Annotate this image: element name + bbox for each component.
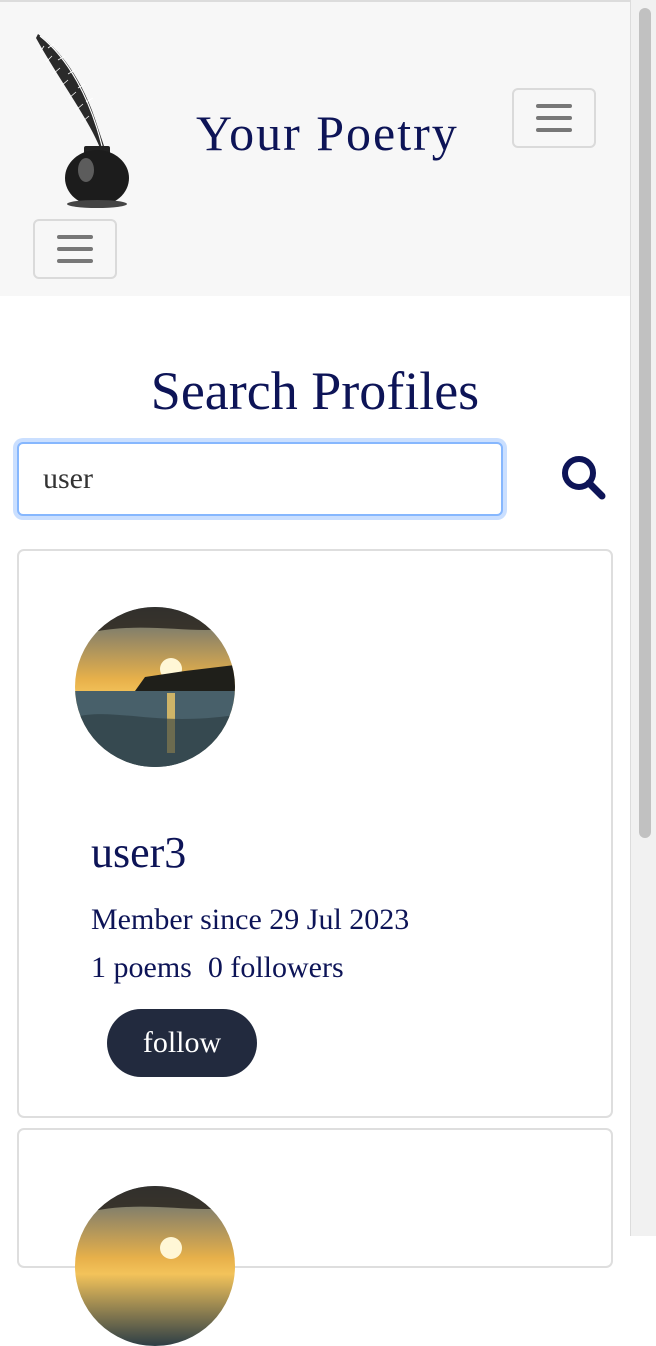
member-since: Member since 29 Jul 2023 — [91, 903, 410, 936]
profile-username[interactable]: user3 — [91, 827, 186, 878]
site-title[interactable]: Your Poetry — [196, 104, 459, 162]
menu-toggle-button[interactable] — [512, 88, 596, 148]
profile-stats: 1 poems 0 followers — [91, 951, 344, 985]
poems-count: 1 poems — [91, 951, 192, 984]
hamburger-icon-bar — [536, 116, 572, 120]
hamburger-icon-bar — [57, 247, 93, 251]
followers-count: 0 followers — [207, 951, 344, 984]
avatar[interactable] — [75, 607, 235, 767]
avatar[interactable] — [75, 1186, 235, 1346]
hamburger-icon-bar — [57, 259, 93, 263]
quill-inkwell-icon[interactable] — [28, 28, 132, 210]
scrollbar-thumb[interactable] — [639, 8, 651, 838]
follow-button[interactable]: follow — [107, 1009, 257, 1077]
scrollbar[interactable] — [630, 0, 656, 1236]
profile-card — [17, 1128, 613, 1346]
hamburger-icon — [536, 104, 572, 108]
profile-card: user3 Member since 29 Jul 2023 1 poems 0 … — [17, 549, 613, 1118]
search-icon — [562, 456, 606, 500]
navbar: Your Poetry — [0, 2, 630, 296]
hamburger-icon — [57, 235, 93, 239]
hamburger-icon-bar — [536, 128, 572, 132]
page-title: Search Profiles — [150, 361, 480, 421]
search-button[interactable] — [560, 454, 608, 500]
search-input[interactable] — [17, 442, 503, 516]
secondary-menu-toggle-button[interactable] — [33, 219, 117, 279]
